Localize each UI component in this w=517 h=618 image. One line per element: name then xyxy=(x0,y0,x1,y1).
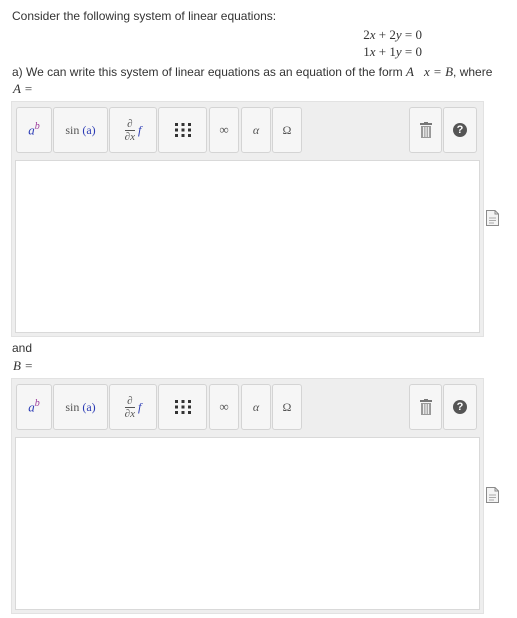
and-text: and xyxy=(12,341,33,355)
delete-button[interactable] xyxy=(409,107,442,153)
equation-2: 1x + 1y = 0 xyxy=(363,44,422,59)
math-editor-a: ab sin (a) ∂ ∂x f ∞ α Ω ? xyxy=(11,101,484,337)
greek-button[interactable]: α xyxy=(241,384,271,430)
help-button[interactable]: ? xyxy=(443,384,477,430)
matrix-button[interactable] xyxy=(158,384,207,430)
help-button[interactable]: ? xyxy=(443,107,477,153)
editor-toolbar: ab sin (a) ∂ ∂x f ∞ α Ω ? xyxy=(12,102,483,158)
infinity-button[interactable]: ∞ xyxy=(209,384,239,430)
matrix-form: A⃗x = B xyxy=(405,64,454,79)
document-icon[interactable] xyxy=(486,210,499,226)
infinity-button[interactable]: ∞ xyxy=(209,107,239,153)
symbols-button[interactable]: Ω xyxy=(272,384,302,430)
function-button[interactable]: sin (a) xyxy=(53,107,108,153)
matrix-grid-icon xyxy=(174,123,191,137)
help-icon: ? xyxy=(453,400,467,414)
derivative-button[interactable]: ∂ ∂x f xyxy=(109,107,157,153)
superscript-button[interactable]: ab xyxy=(16,107,52,153)
delete-button[interactable] xyxy=(409,384,442,430)
part-a-prompt: a) We can write this system of linear eq… xyxy=(12,64,493,79)
answer-input-a[interactable] xyxy=(15,160,480,333)
document-icon[interactable] xyxy=(486,487,499,503)
function-button[interactable]: sin (a) xyxy=(53,384,108,430)
editor-toolbar: ab sin (a) ∂ ∂x f ∞ α Ω ? xyxy=(12,379,483,435)
answer-input-b[interactable] xyxy=(15,437,480,610)
trash-icon xyxy=(419,399,432,415)
label-a: A = xyxy=(13,81,33,96)
derivative-button[interactable]: ∂ ∂x f xyxy=(109,384,157,430)
equation-1: 2x + 2y = 0 xyxy=(363,27,422,42)
label-b: B = xyxy=(13,358,33,373)
help-icon: ? xyxy=(453,123,467,137)
math-editor-b: ab sin (a) ∂ ∂x f ∞ α Ω ? xyxy=(11,378,484,614)
symbols-button[interactable]: Ω xyxy=(272,107,302,153)
trash-icon xyxy=(419,122,432,138)
greek-button[interactable]: α xyxy=(241,107,271,153)
matrix-button[interactable] xyxy=(158,107,207,153)
question-intro: Consider the following system of linear … xyxy=(12,9,277,23)
matrix-grid-icon xyxy=(174,400,191,414)
superscript-button[interactable]: ab xyxy=(16,384,52,430)
